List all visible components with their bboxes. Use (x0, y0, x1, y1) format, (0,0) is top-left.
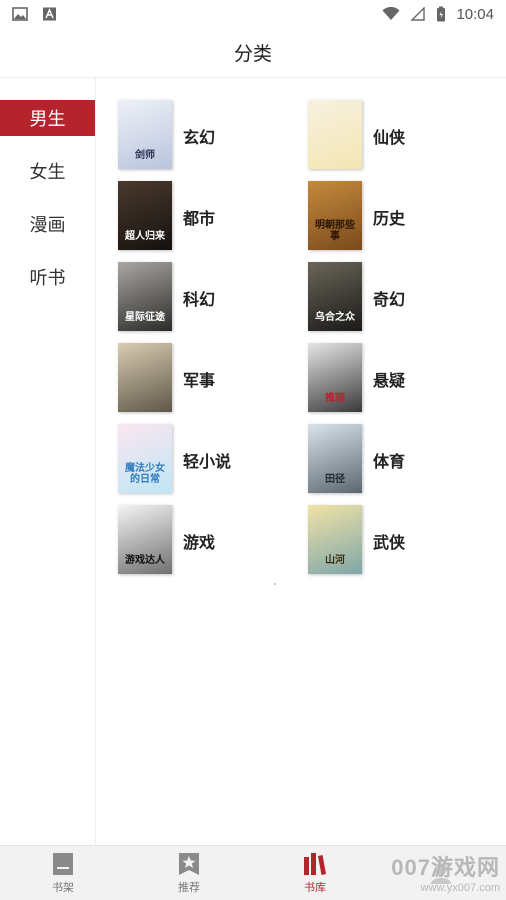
category-label: 悬疑 (373, 373, 406, 390)
category-item[interactable]: 明朝那些事 历史 (308, 181, 498, 262)
site-watermark: 007游戏网 www.yx007.com (391, 850, 500, 894)
category-item[interactable]: 山河 武侠 (308, 505, 498, 586)
category-label: 体育 (373, 454, 406, 471)
category-item[interactable]: 魔法少女的日常 轻小说 (118, 424, 308, 505)
category-cover-image: 星际征途 (118, 262, 172, 331)
app-header: 分类 (0, 28, 506, 78)
library-icon (304, 852, 326, 875)
bookshelf-icon (53, 852, 73, 875)
cover-title: 剑师 (135, 150, 155, 161)
cover-title: 魔法少女的日常 (125, 463, 165, 485)
watermark-title: 007游戏网 (391, 855, 500, 880)
cover-title: 明朝那些事 (315, 220, 355, 242)
category-cover-image (118, 343, 172, 412)
category-label: 玄幻 (183, 130, 216, 147)
category-label: 武侠 (373, 535, 406, 552)
category-item[interactable]: 剑师 玄幻 (118, 100, 308, 181)
category-cover-image: 超人归来 (118, 181, 172, 250)
category-cover-image: 田径 (308, 424, 362, 493)
battery-icon (437, 6, 446, 22)
category-item[interactable]: 星际征途 科幻 (118, 262, 308, 343)
category-item[interactable]: 田径 体育 (308, 424, 498, 505)
page-title: 分类 (233, 44, 272, 65)
category-label: 科幻 (183, 292, 216, 309)
cover-title: 乌合之众 (315, 312, 355, 323)
tab-library[interactable]: 书库 (252, 846, 378, 900)
category-item[interactable]: 超人归来 都市 (118, 181, 308, 262)
category-label: 游戏 (183, 535, 216, 552)
category-item[interactable]: 乌合之众 奇幻 (308, 262, 498, 343)
category-row: 剑师 玄幻 仙侠 (118, 100, 498, 181)
category-row: 魔法少女的日常 轻小说 田径 体育 (118, 424, 498, 505)
category-cover-image: 山河 (308, 505, 362, 574)
cover-title: 山河 (325, 555, 345, 566)
category-row: 超人归来 都市 明朝那些事 历史 (118, 181, 498, 262)
cover-title: 田径 (325, 474, 345, 485)
category-label: 轻小说 (183, 454, 232, 471)
image-icon (12, 7, 28, 21)
category-cover-image: 推理 (308, 343, 362, 412)
signal-icon (410, 7, 426, 21)
category-row: 游戏达人 游戏 山河 武侠 (118, 505, 498, 586)
category-item[interactable]: 军事 (118, 343, 308, 424)
star-badge-icon (179, 852, 199, 875)
category-cover-image: 明朝那些事 (308, 181, 362, 250)
category-row: 军事 推理 悬疑 (118, 343, 498, 424)
cover-title: 超人归来 (125, 231, 165, 242)
cover-title: 游戏达人 (125, 555, 165, 566)
clock-time: 10:04 (456, 5, 494, 23)
tab-bookshelf[interactable]: 书架 (0, 846, 126, 900)
category-cover-image: 乌合之众 (308, 262, 362, 331)
category-sidebar: 男生 女生 漫画 听书 (0, 78, 96, 845)
status-bar: 10:04 (0, 0, 506, 28)
category-cover-image: 魔法少女的日常 (118, 424, 172, 493)
category-label: 奇幻 (373, 292, 406, 309)
category-label: 都市 (183, 211, 216, 228)
sidebar-item-audiobooks[interactable]: 听书 (0, 259, 95, 295)
category-label: 军事 (183, 373, 216, 390)
category-label: 历史 (373, 211, 406, 228)
sidebar-item-female[interactable]: 女生 (0, 153, 95, 189)
category-item[interactable]: 游戏达人 游戏 (118, 505, 308, 586)
category-item[interactable]: 仙侠 (308, 100, 498, 181)
tab-label: 书库 (304, 881, 326, 894)
font-icon (43, 7, 56, 21)
wifi-icon (382, 7, 400, 20)
bottom-tab-bar: 书架 推荐 书库 007游戏网 www.yx007.com (0, 845, 506, 900)
category-label: 仙侠 (373, 130, 406, 147)
category-cover-image: 游戏达人 (118, 505, 172, 574)
category-row: 星际征途 科幻 乌合之众 奇幻 (118, 262, 498, 343)
category-item[interactable]: 推理 悬疑 (308, 343, 498, 424)
tab-label: 书架 (52, 881, 74, 894)
tab-recommend[interactable]: 推荐 (126, 846, 252, 900)
divider-dot (274, 583, 276, 585)
watermark-url: www.yx007.com (420, 882, 500, 894)
category-cover-image: 剑师 (118, 100, 172, 169)
category-grid: 剑师 玄幻 仙侠 超人归来 都市 明朝那些事 历史 星际征途 科幻 乌合之众 奇幻 军事 推理 悬疑 魔法少… (118, 100, 498, 586)
cover-title: 星际征途 (125, 312, 165, 323)
sidebar-item-male[interactable]: 男生 (0, 100, 95, 136)
category-cover-image (308, 100, 362, 169)
tab-label: 推荐 (178, 881, 200, 894)
sidebar-item-comics[interactable]: 漫画 (0, 206, 95, 242)
cover-title: 推理 (325, 393, 345, 404)
